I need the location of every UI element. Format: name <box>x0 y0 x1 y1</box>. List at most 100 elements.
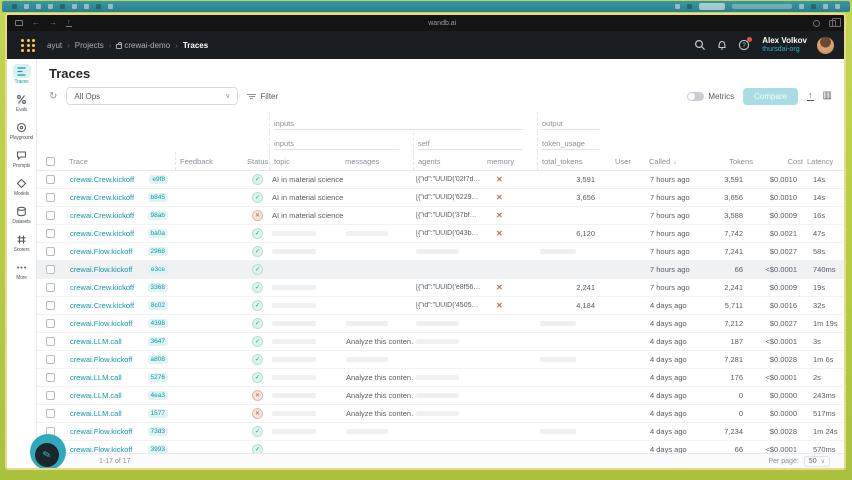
trace-id-badge: e3ce <box>147 265 168 274</box>
table-row[interactable]: crewai.Flow.kickoff a808 ✓ 4 days ago 7,281 $… <box>37 351 844 369</box>
share-icon[interactable]: ↑ <box>66 19 72 27</box>
sidebar-toggle-icon[interactable] <box>15 20 23 26</box>
trace-link[interactable]: crewai.Flow.kickoff <box>70 427 132 436</box>
row-checkbox[interactable] <box>46 319 55 328</box>
trace-link[interactable]: crewai.Crew.kickoff <box>70 193 134 202</box>
metrics-toggle[interactable]: Metrics <box>687 91 734 101</box>
column-header-status[interactable]: Status <box>245 157 269 166</box>
row-checkbox[interactable] <box>46 283 55 292</box>
ops-selector[interactable]: All Ops ∨ <box>66 87 239 105</box>
column-header-messages[interactable]: messages <box>343 157 413 166</box>
column-header-memory[interactable]: memory <box>485 157 537 166</box>
column-header-tokens[interactable]: Tokens <box>699 157 755 166</box>
filter-button[interactable]: Filter <box>247 92 278 101</box>
user-avatar[interactable] <box>817 36 834 54</box>
column-header-cost[interactable]: Cost <box>755 157 805 166</box>
help-icon[interactable]: ? <box>738 37 753 51</box>
table-row[interactable]: crewai.Flow.kickoff e3ce ✓ 7 hours ago 66 <$0… <box>37 261 844 279</box>
trace-link[interactable]: crewai.LLM.call <box>70 373 122 382</box>
profile-icon[interactable] <box>813 19 820 27</box>
table-row[interactable]: crewai.Flow.kickoff 4398 ✓ 4 days ago 7,212 $… <box>37 315 844 333</box>
trace-link[interactable]: crewai.Flow.kickoff <box>70 355 132 364</box>
row-checkbox[interactable] <box>46 211 55 220</box>
table-row[interactable]: crewai.Crew.kickoff b845 ✓ AI in material s… <box>37 189 844 207</box>
sidebar-item-more[interactable]: More <box>8 260 36 281</box>
select-all-checkbox[interactable] <box>46 156 55 166</box>
sidebar-item-scorers[interactable]: Scorers <box>8 232 36 253</box>
user-menu[interactable]: Alex Volkov thursdai-org <box>762 36 807 53</box>
row-checkbox[interactable] <box>46 229 55 238</box>
column-header-total_tokens[interactable]: total_tokens <box>537 152 613 170</box>
column-header-agents[interactable]: agents <box>413 152 485 170</box>
table-row[interactable]: crewai.LLM.call 1577 ✕ Analyze this conten…… <box>37 405 844 423</box>
breadcrumb-project[interactable]: crewai-demo <box>116 41 170 50</box>
table-row[interactable]: crewai.Crew.kickoff e9f8 ✓ AI in material s… <box>37 171 844 189</box>
trace-link[interactable]: crewai.Flow.kickoff <box>70 265 132 274</box>
total-tokens-cell: 2,241 <box>576 283 595 292</box>
export-icon[interactable]: ↑ <box>807 91 814 101</box>
table-row[interactable]: crewai.LLM.call 4ea3 ✕ Analyze this conten…… <box>37 387 844 405</box>
sidebar-item-playground[interactable]: Playground <box>8 120 36 141</box>
breadcrumb-projects[interactable]: Projects <box>75 41 104 50</box>
column-header-latency[interactable]: Latency <box>805 157 844 166</box>
trace-link[interactable]: crewai.Crew.kickoff <box>70 283 134 292</box>
sidebar-item-models[interactable]: Models <box>8 176 36 197</box>
trace-link[interactable]: crewai.Crew.kickoff <box>70 211 134 220</box>
search-icon[interactable] <box>694 39 706 51</box>
trace-link[interactable]: crewai.Flow.kickoff <box>70 445 132 453</box>
table-row[interactable]: crewai.LLM.call 5276 ✓ Analyze this conten…… <box>37 369 844 387</box>
table-row[interactable]: crewai.Crew.kickoff ba0a ✓ [{"id":"UUID('04… <box>37 225 844 243</box>
refresh-icon[interactable]: ↻ <box>49 91 57 102</box>
row-checkbox[interactable] <box>46 373 55 382</box>
row-checkbox[interactable] <box>46 247 55 256</box>
trace-link[interactable]: crewai.LLM.call <box>70 337 122 346</box>
row-checkbox[interactable] <box>46 337 55 346</box>
breadcrumb-page[interactable]: Traces <box>183 41 208 50</box>
table-row[interactable]: crewai.Crew.kickoff 3368 ✓ [{"id":"UUID('e8… <box>37 279 844 297</box>
row-checkbox[interactable] <box>46 193 55 202</box>
cost-cell: $0.0010 <box>769 193 797 202</box>
trace-link[interactable]: crewai.Flow.kickoff <box>70 319 132 328</box>
row-checkbox[interactable] <box>46 265 55 274</box>
wandb-logo[interactable] <box>21 38 35 52</box>
messages-cell <box>343 231 413 236</box>
table-row[interactable]: crewai.LLM.call 3647 ✓ Analyze this conten…… <box>37 333 844 351</box>
sidebar-item-traces[interactable]: Traces <box>8 64 36 85</box>
sidebar-item-prompts[interactable]: Prompts <box>8 148 36 169</box>
compare-button[interactable]: Compare <box>743 87 799 105</box>
trace-link[interactable]: crewai.Crew.kickoff <box>70 175 134 184</box>
bell-icon[interactable] <box>716 39 728 51</box>
columns-icon[interactable]: ▥ <box>823 91 832 101</box>
column-header-trace[interactable]: Trace <box>67 157 175 166</box>
table-row[interactable]: crewai.Flow.kickoff 3993 ✓ 4 days ago 66 <$0.… <box>37 441 844 453</box>
column-header-user[interactable]: User <box>613 157 647 166</box>
tabs-icon[interactable] <box>829 17 841 27</box>
notification-dot <box>747 37 753 42</box>
trace-link[interactable]: crewai.Crew.kickoff <box>70 301 134 310</box>
row-checkbox[interactable] <box>46 391 55 400</box>
per-page-select[interactable]: 50 ∨ <box>803 455 830 467</box>
table-row[interactable]: crewai.Flow.kickoff 2968 ✓ 7 hours ago 7,241… <box>37 243 844 261</box>
table-row[interactable]: crewai.Crew.kickoff 98ab ✕ AI in material s… <box>37 207 844 225</box>
trace-link[interactable]: crewai.LLM.call <box>70 409 122 418</box>
trace-link[interactable]: crewai.LLM.call <box>70 391 122 400</box>
forward-icon[interactable]: → <box>49 19 57 27</box>
sidebar-item-datasets[interactable]: Datasets <box>8 204 36 225</box>
column-header-called[interactable]: Called ↓ <box>647 157 699 166</box>
table-row[interactable]: crewai.Flow.kickoff 73d3 ✓ 4 days ago 7,234 $… <box>37 423 844 441</box>
row-checkbox[interactable] <box>46 301 55 310</box>
column-header-feedback[interactable]: Feedback <box>175 152 245 170</box>
row-checkbox[interactable] <box>46 175 55 184</box>
trace-link[interactable]: crewai.Crew.kickoff <box>70 229 134 238</box>
menubar-text <box>732 4 792 9</box>
menubar-icon <box>811 4 816 9</box>
datasets-icon <box>13 204 31 218</box>
table-row[interactable]: crewai.Crew.kickoff 8c02 ✓ [{"id":"UUID('45… <box>37 297 844 315</box>
column-header-topic[interactable]: topic <box>269 152 343 170</box>
sidebar-item-evals[interactable]: Evals <box>8 92 36 113</box>
row-checkbox[interactable] <box>46 409 55 418</box>
row-checkbox[interactable] <box>46 355 55 364</box>
breadcrumb-user[interactable]: ayut <box>47 41 62 50</box>
trace-link[interactable]: crewai.Flow.kickoff <box>70 247 132 256</box>
back-icon[interactable]: ← <box>32 19 40 27</box>
